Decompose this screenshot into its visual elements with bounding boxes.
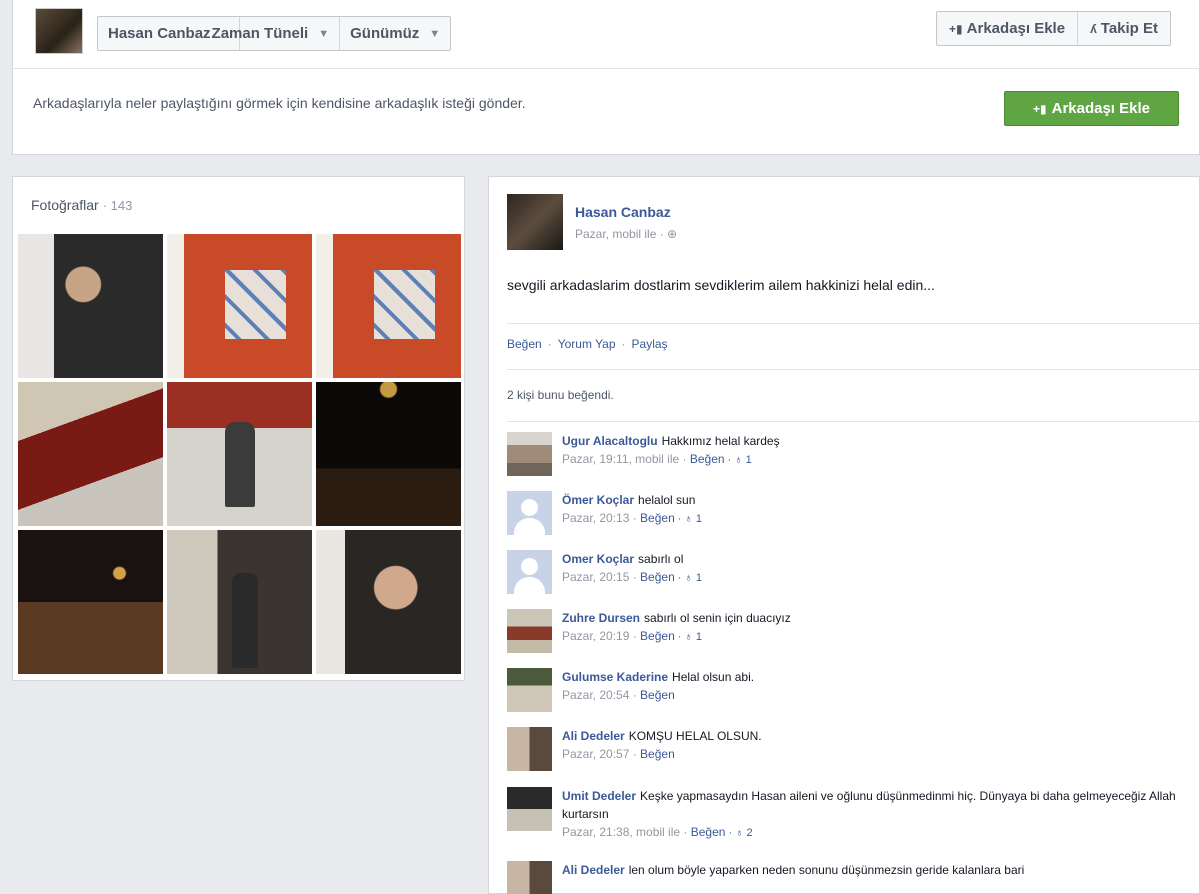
comment-text: Keşke yapmasaydın Hasan aileni ve oğlunu… [562, 789, 1176, 821]
comment-author[interactable]: Ali Dedeler [562, 863, 625, 877]
like-count[interactable]: · ♁ 1 [725, 454, 752, 466]
divider [507, 323, 1199, 324]
like-count[interactable]: · ♁ 1 [675, 513, 702, 525]
photo-thumbnail[interactable] [316, 530, 461, 674]
comment: Ugur Alacaltoglu Hakkımız helal kardeş Paz… [507, 432, 1187, 486]
comment-like-link[interactable]: Beğen [640, 511, 675, 525]
comment-link[interactable]: Yorum Yap [558, 337, 616, 351]
comment: Zuhre Dursen sabırlı ol senin için duacıy… [507, 609, 1187, 663]
comment-text: sabırlı ol senin için duacıyız [644, 611, 791, 625]
comment-like-link[interactable]: Beğen [640, 688, 675, 702]
follow-icon: ʎ [1090, 21, 1097, 36]
nav-timeline-label: Zaman Tüneli [211, 25, 309, 42]
photos-panel: Fotoğraflar · 143 [12, 176, 465, 681]
nav-today[interactable]: Günümüz ▼ [340, 17, 450, 50]
likes-summary[interactable]: 2 kişi bunu beğendi. [507, 388, 614, 402]
post-actions: Beğen · Yorum Yap · Paylaş [507, 337, 668, 351]
share-link[interactable]: Paylaş [632, 337, 668, 351]
add-friend-button[interactable]: +▮ Arkadaşı Ekle [937, 12, 1077, 45]
comment: Ömer Koçlar helalol sun Pazar, 20:13 · Beğ… [507, 491, 1187, 545]
default-avatar-icon[interactable] [507, 491, 552, 535]
divider [507, 369, 1199, 370]
comment-author[interactable]: Ömer Koçlar [562, 493, 634, 507]
comment-time: Pazar, 20:15 · [562, 570, 641, 584]
comment-text: helalol sun [638, 493, 696, 507]
photos-title: Fotoğraflar [31, 197, 99, 213]
comment-author[interactable]: Omer Koçlar [562, 552, 634, 566]
post-author-avatar[interactable] [507, 194, 563, 250]
profile-header: Hasan Canbaz Zaman Tüneli ▼ Günümüz ▼ +▮ Ar… [12, 0, 1200, 68]
comment: Omer Koçlar sabırlı ol Pazar, 20:15 · Beğe… [507, 550, 1187, 604]
photos-header[interactable]: Fotoğraflar · 143 [31, 197, 132, 213]
add-friend-icon: +▮ [1032, 101, 1047, 116]
like-link[interactable]: Beğen [507, 337, 542, 351]
friend-request-bar: Arkadaşlarıyla neler paylaştığını görmek… [12, 68, 1200, 155]
comment-like-link[interactable]: Beğen [691, 825, 726, 839]
profile-nav: Hasan Canbaz Zaman Tüneli ▼ Günümüz ▼ [97, 16, 452, 51]
chevron-down-icon: ▼ [318, 27, 330, 40]
photo-thumbnail[interactable] [18, 382, 163, 526]
comment-time: Pazar, 19:11, mobil ile · [562, 452, 690, 466]
comment-like-link[interactable]: Beğen [640, 570, 675, 584]
like-count[interactable]: · ♁ 2 [725, 827, 752, 839]
photo-thumbnail[interactable] [316, 382, 461, 526]
status-post: Hasan Canbaz Pazar, mobil ile · ⊕ sevgil… [488, 176, 1200, 894]
photo-thumbnail[interactable] [167, 382, 312, 526]
comment-time: Pazar, 20:19 · [562, 629, 641, 643]
photo-thumbnail[interactable] [167, 530, 312, 674]
photo-grid [18, 234, 461, 674]
comment: Ali Dedeler KOMŞU HELAL OLSUN. Pazar, 20:5… [507, 727, 1187, 781]
nav-timeline[interactable]: Zaman Tüneli ▼ [212, 17, 341, 50]
friend-request-text: Arkadaşlarıyla neler paylaştığını görmek… [33, 95, 526, 111]
comment-text: Helal olsun abi. [672, 670, 755, 684]
add-friend-primary-button[interactable]: +▮ Arkadaşı Ekle [1004, 91, 1179, 126]
comment-text: KOMŞU HELAL OLSUN. [628, 729, 762, 743]
profile-name: Hasan Canbaz [108, 25, 211, 42]
divider [507, 421, 1199, 422]
commenter-avatar[interactable] [507, 727, 552, 771]
comment-text: len olum böyle yaparken neden sonunu düş… [628, 863, 1025, 877]
comment-text: sabırlı ol [638, 552, 684, 566]
comment-time: Pazar, 21:38, mobil ile · [562, 825, 691, 839]
post-body: sevgili arkadaslarim dostlarim sevdikler… [507, 277, 935, 293]
commenter-avatar[interactable] [507, 668, 552, 712]
like-count[interactable]: · ♁ 1 [675, 631, 702, 643]
photo-thumbnail[interactable] [316, 234, 461, 378]
comment-author[interactable]: Gulumse Kaderine [562, 670, 668, 684]
commenter-avatar[interactable] [507, 609, 552, 653]
profile-actions: +▮ Arkadaşı Ekle ʎ Takip Et [936, 11, 1171, 46]
comment-like-link[interactable]: Beğen [640, 629, 675, 643]
post-timestamp: Pazar, mobil ile · ⊕ [575, 227, 678, 241]
comment-author[interactable]: Ugur Alacaltoglu [562, 434, 658, 448]
comment-time: Pazar, 20:57 · [562, 747, 641, 761]
follow-button[interactable]: ʎ Takip Et [1077, 12, 1170, 45]
nav-today-label: Günümüz [350, 25, 420, 42]
commenter-avatar[interactable] [507, 432, 552, 476]
photo-thumbnail[interactable] [18, 234, 163, 378]
comment: Ali Dedeler len olum böyle yaparken neden… [507, 861, 1187, 894]
comment-time: Pazar, 20:54 · [562, 688, 641, 702]
post-author-name[interactable]: Hasan Canbaz [575, 204, 671, 220]
comment-author[interactable]: Umit Dedeler [562, 789, 636, 803]
comment: Umit Dedeler Keşke yapmasaydın Hasan aile… [507, 787, 1187, 851]
like-count[interactable]: · ♁ 1 [675, 572, 702, 584]
photo-thumbnail[interactable] [167, 234, 312, 378]
default-avatar-icon[interactable] [507, 550, 552, 594]
comment-time: Pazar, 20:13 · [562, 511, 641, 525]
comment-author[interactable]: Zuhre Dursen [562, 611, 640, 625]
comment-author[interactable]: Ali Dedeler [562, 729, 625, 743]
comment-like-link[interactable]: Beğen [640, 747, 675, 761]
chevron-down-icon: ▼ [429, 27, 441, 40]
commenter-avatar[interactable] [507, 861, 552, 894]
commenter-avatar[interactable] [507, 787, 552, 831]
comment-like-link[interactable]: Beğen [690, 452, 725, 466]
comment: Gulumse Kaderine Helal olsun abi. Pazar, 2… [507, 668, 1187, 722]
photo-thumbnail[interactable] [18, 530, 163, 674]
comment-text: Hakkımız helal kardeş [661, 434, 780, 448]
profile-avatar[interactable] [35, 8, 83, 54]
photos-count: · 143 [102, 198, 133, 213]
add-friend-icon: +▮ [949, 21, 963, 36]
